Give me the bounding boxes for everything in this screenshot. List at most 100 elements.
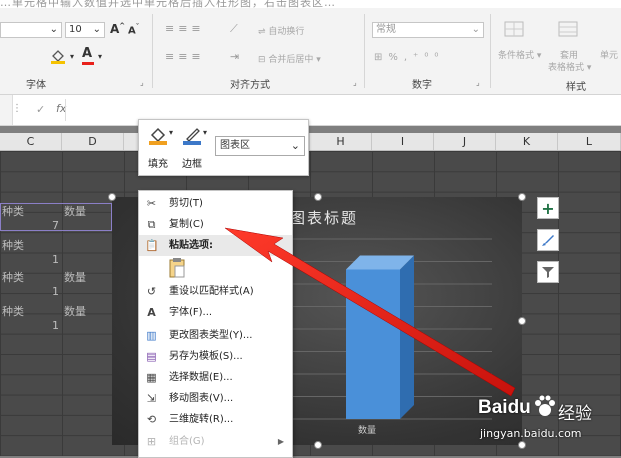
menu-item-change-chart-type[interactable]: ▥ 更改图表类型(Y)... (139, 325, 292, 346)
menu-item-move-chart[interactable]: ⇲ 移动图表(V)... (139, 388, 292, 409)
dialog-launcher-icon[interactable]: ⌟ (353, 78, 357, 87)
wrap-text-button[interactable]: ⇌ 自动换行 (258, 24, 304, 37)
brush-icon (542, 235, 554, 246)
column-header-H[interactable]: H (310, 133, 372, 150)
font-name-select[interactable]: ⌄ (0, 22, 62, 38)
watermark-brand: Baidu (478, 397, 531, 418)
enter-button[interactable]: ✓ (36, 103, 45, 116)
menu-item-select-data[interactable]: ▦ 选择数据(E)... (139, 367, 292, 388)
bar-side[interactable] (400, 255, 414, 420)
ribbon-separator (490, 14, 491, 88)
number-format-select[interactable]: 常规 ⌄ (372, 22, 484, 38)
paint-bucket-icon (149, 127, 167, 145)
menu-item-3d-rotation[interactable]: ⟲ 三维旋转(R)... (139, 409, 292, 430)
chevron-down-icon[interactable]: ▾ (98, 52, 102, 61)
grow-font-button[interactable]: A^ (110, 22, 125, 36)
resize-handle[interactable] (518, 193, 526, 201)
plus-icon: + (541, 198, 555, 218)
chevron-down-icon: ⌄ (92, 24, 101, 35)
chart-elements-button[interactable]: + (537, 197, 559, 219)
menu-item-group: ⊞ 组合(G) ▶ (139, 431, 292, 452)
menu-item-reset-style[interactable]: ↺ 重设以匹配样式(A) (139, 281, 292, 302)
menu-item-save-template[interactable]: ▤ 另存为模板(S)... (139, 346, 292, 367)
ribbon: ⌄ 10 ⌄ A^ Aˇ ▾ A ▾ 字体 ⌟ ≡≡≡ ⟋ ⇌ 自动换行 ≡≡≡… (0, 8, 621, 95)
cell-C[interactable]: 种类 (2, 269, 24, 285)
resize-handle[interactable] (314, 193, 322, 201)
outline-button[interactable] (181, 124, 203, 146)
column-header-J[interactable]: J (434, 133, 496, 150)
font-icon: A (147, 306, 156, 319)
cell-styles-button[interactable]: 单元 (600, 48, 618, 61)
resize-handle[interactable] (108, 193, 116, 201)
name-box-dropdown-icon[interactable]: ⋮ (12, 103, 22, 114)
shrink-font-button[interactable]: Aˇ (128, 23, 139, 36)
context-menu: ✂ 剪切(T) ⧉ 复制(C) 📋 粘贴选项: ↺ 重设以匹配样式(A) A 字… (138, 190, 293, 458)
cell-D[interactable]: 7 (52, 219, 59, 232)
cell-D[interactable]: 数量 (64, 269, 86, 285)
resize-handle[interactable] (314, 441, 322, 449)
cell-D[interactable]: 数量 (64, 203, 86, 219)
column-header-K[interactable]: K (496, 133, 558, 150)
group-icon: ⊞ (146, 435, 157, 448)
watermark-brand-cn: 经验 (558, 404, 592, 424)
resize-handle[interactable] (518, 317, 526, 325)
chart-filters-button[interactable] (537, 261, 559, 283)
chevron-down-icon[interactable]: ▾ (169, 128, 173, 137)
horizontal-align-icons[interactable]: ≡≡≡ (165, 50, 205, 63)
scissors-icon: ✂ (146, 197, 157, 210)
menu-item-copy[interactable]: ⧉ 复制(C) (139, 214, 292, 235)
merge-center-button[interactable]: ⊟ 合并后居中 ▾ (258, 52, 321, 65)
orientation-icon[interactable]: ⟋ (230, 22, 238, 36)
indent-icon[interactable]: ⇥ (230, 50, 239, 63)
column-header-I[interactable]: I (372, 133, 434, 150)
conditional-format-button[interactable]: 条件格式 ▾ (498, 48, 541, 61)
number-format-icons[interactable]: ⊞%,⁺⁰⁰ (374, 52, 444, 63)
formula-bar: ⋮ ✓ fx (0, 95, 621, 126)
chevron-down-icon[interactable]: ▾ (203, 128, 207, 137)
formula-input[interactable] (65, 99, 621, 121)
watermark-url: jingyan.baidu.com (480, 427, 582, 440)
menu-item-cut[interactable]: ✂ 剪切(T) (139, 193, 292, 214)
outline-label: 边框 (182, 159, 202, 170)
vertical-align-icons[interactable]: ≡≡≡ (165, 22, 205, 35)
select-data-icon: ▦ (146, 371, 157, 384)
pen-icon (183, 128, 201, 145)
column-header-D[interactable]: D (62, 133, 124, 150)
group-label-number: 数字 (412, 80, 432, 91)
column-header-C[interactable]: C (0, 133, 62, 150)
fill-button[interactable] (147, 124, 169, 146)
cell-C[interactable]: 1 (52, 253, 59, 266)
group-label-align: 对齐方式 (230, 80, 270, 91)
move-chart-icon: ⇲ (146, 392, 157, 405)
x-tick-label: 数量 (358, 426, 377, 436)
table-format-icon[interactable] (558, 20, 578, 38)
cell-D[interactable]: 数量 (64, 303, 86, 319)
cell-C[interactable]: 1 (52, 285, 59, 298)
font-size-select[interactable]: 10 ⌄ (65, 22, 105, 38)
reset-style-icon: ↺ (146, 285, 157, 298)
chevron-down-icon[interactable]: ▾ (70, 52, 74, 61)
font-color-swatch (82, 62, 94, 65)
column-header-L[interactable]: L (558, 133, 621, 150)
baidu-watermark: Baidu 经验 jingyan.baidu.com (478, 395, 618, 453)
chart-element-select[interactable]: 图表区 ⌄ (215, 136, 305, 156)
paste-icon: 📋 (145, 239, 159, 252)
tutorial-caption: …单元格中输入数值并选中单元格后插入柱形图，右击图表区… (0, 0, 621, 8)
font-color-button[interactable]: A (82, 46, 92, 61)
chart-styles-button[interactable] (537, 229, 559, 251)
column-header: C D E F G H I J K L (0, 133, 621, 151)
conditional-format-icon[interactable] (504, 20, 524, 38)
paste-button[interactable] (167, 257, 187, 279)
dialog-launcher-icon[interactable]: ⌟ (140, 78, 144, 87)
cell-C[interactable]: 种类 (2, 303, 24, 319)
fill-color-button[interactable] (50, 48, 66, 64)
cell-C[interactable]: 种类 (2, 237, 24, 253)
table-format-button[interactable]: 表格格式 ▾ (548, 60, 591, 73)
dialog-launcher-icon[interactable]: ⌟ (476, 78, 480, 87)
menu-item-font[interactable]: A 字体(F)... (139, 302, 292, 323)
bar-front[interactable] (346, 269, 400, 420)
cell-C[interactable]: 1 (52, 319, 59, 332)
copy-icon: ⧉ (147, 218, 156, 231)
filter-icon (542, 267, 554, 278)
cell-C[interactable]: 种类 (2, 203, 24, 219)
